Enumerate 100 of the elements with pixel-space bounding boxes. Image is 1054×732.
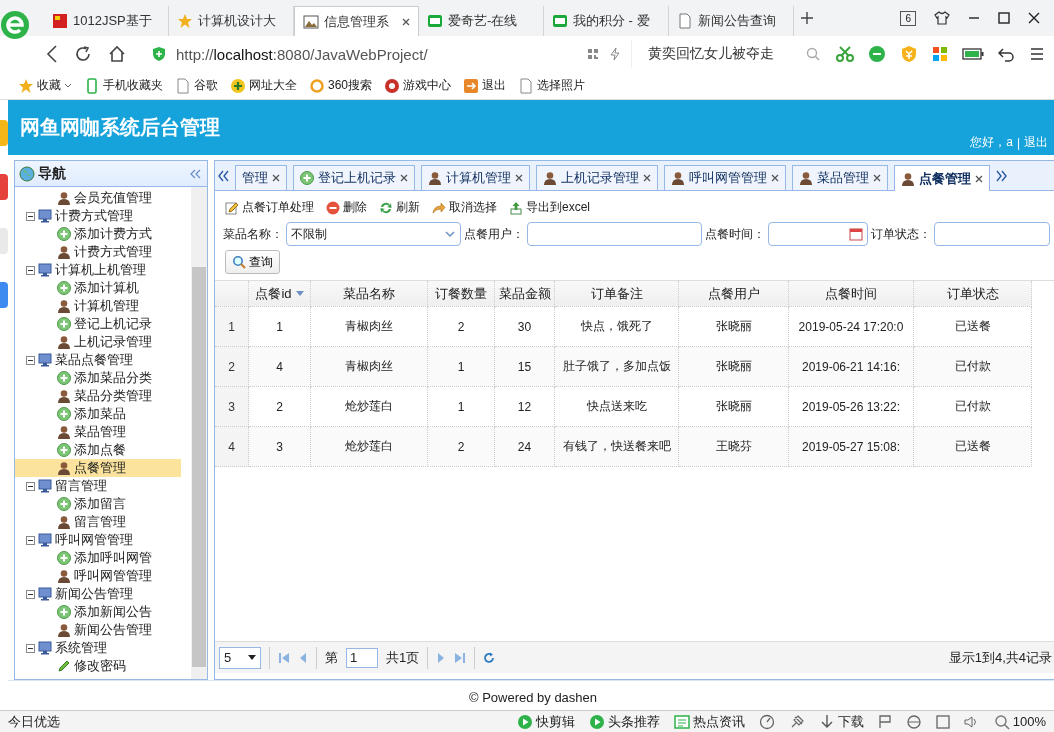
back-icon[interactable] [46,45,58,63]
tree-item[interactable]: 会员充值管理 [15,189,181,207]
column-header[interactable]: 订单状态 [914,281,1032,307]
bookmark[interactable]: 选择照片 [518,77,586,94]
collapse-icon[interactable] [26,211,35,221]
tree-item[interactable]: 上机记录管理 [15,333,181,351]
address-bar[interactable]: http://localhost:8080/JavaWebProject/ [142,40,633,68]
flag-icon[interactable] [877,714,892,729]
status-text[interactable]: 今日优选 [8,712,60,731]
column-header[interactable]: 点餐用户 [679,281,789,307]
shirt-icon[interactable] [934,11,950,25]
tree-item[interactable]: 呼叫网管管理 [15,567,181,585]
tree-folder[interactable]: 菜品点餐管理 [15,351,191,369]
status-item[interactable]: 快剪辑 [516,712,575,731]
tab[interactable]: 点餐管理 [894,165,990,191]
lightning-icon[interactable] [609,47,622,61]
reload-icon[interactable] [74,45,92,63]
browser-tab[interactable]: 信息管理系 [294,6,419,36]
tab[interactable]: 计算机管理 [421,165,530,190]
page-size-select[interactable]: 5 [219,646,261,669]
input-field[interactable] [934,222,1050,246]
toolbar-button[interactable]: 取消选择 [432,199,497,216]
column-header[interactable]: 菜品金额 [495,281,555,307]
tree-item[interactable]: 添加菜品 [15,405,181,423]
tab[interactable]: 管理 [235,165,287,190]
close-icon[interactable] [771,174,779,182]
close-icon[interactable] [1028,12,1040,24]
window-icon[interactable] [935,714,950,729]
bookmark[interactable]: 手机收藏夹 [84,77,163,94]
collapse-icon[interactable] [26,643,35,653]
tab-count[interactable]: 6 [900,10,916,26]
tree-folder[interactable]: 新闻公告管理 [15,585,191,603]
collapse-icon[interactable] [26,481,35,491]
column-header[interactable]: 订单备注 [555,281,679,307]
close-icon[interactable] [400,174,408,182]
tree-item[interactable]: 添加留言 [15,495,181,513]
speed-icon[interactable] [758,713,775,730]
collapse-icon[interactable] [26,535,35,545]
toolbar-button[interactable]: 导出到excel [509,199,590,216]
tree-item[interactable]: 添加计费方式 [15,225,181,243]
collapse-icon[interactable] [26,589,35,599]
status-item[interactable]: 热点资讯 [673,712,745,731]
status-item[interactable]: 头条推荐 [588,712,660,731]
tree-folder[interactable]: 呼叫网管管理 [15,531,191,549]
close-icon[interactable] [272,174,280,182]
dropdown[interactable]: 不限制 [286,222,461,246]
home-icon[interactable] [108,45,126,63]
tree-item[interactable]: 点餐管理 [15,459,181,477]
menu-icon[interactable] [1030,47,1044,61]
tree-item[interactable]: 添加点餐 [15,441,181,459]
tree-item[interactable]: 添加新闻公告 [15,603,181,621]
tree-folder[interactable]: 计算机上机管理 [15,261,191,279]
close-icon[interactable] [515,174,523,182]
tree-folder[interactable]: 留言管理 [15,477,191,495]
tree-item[interactable]: 菜品分类管理 [15,387,181,405]
date-field[interactable] [768,222,868,246]
bookmark[interactable]: 网址大全 [230,77,297,94]
toolbar-button[interactable]: 删除 [326,199,367,216]
sidebar-app-icon[interactable] [0,174,8,200]
close-icon[interactable] [975,174,983,183]
tree-folder[interactable]: 计费方式管理 [15,207,191,225]
refresh-icon[interactable] [483,651,496,664]
column-header[interactable]: 订餐数量 [428,281,495,307]
undo-icon[interactable] [998,46,1016,62]
tree-item[interactable]: 修改密码 [15,657,181,675]
bookmark[interactable]: 收藏 [18,77,72,94]
tree-item[interactable]: 添加呼叫网管 [15,549,181,567]
new-tab-icon[interactable] [800,11,814,25]
bookmark[interactable]: 退出 [463,77,507,94]
maximize-icon[interactable] [998,12,1010,24]
input-field[interactable] [527,222,702,246]
bookmark[interactable]: 游戏中心 [384,77,452,94]
toolbar-button[interactable]: 点餐订单处理 [225,199,314,216]
page-input[interactable]: 1 [346,647,378,668]
scroll-left-icon[interactable] [217,169,229,182]
query-button[interactable]: 查询 [225,250,280,274]
tab[interactable]: 菜品管理 [792,165,888,190]
scrollbar[interactable] [191,187,207,679]
column-header[interactable]: 点餐id [249,281,311,307]
toolbar-button[interactable]: 刷新 [379,199,420,216]
apps-icon[interactable] [932,46,948,62]
scroll-right-icon[interactable] [996,169,1008,182]
tree-item[interactable]: 计算机管理 [15,297,181,315]
bookmark[interactable]: 360搜索 [309,77,373,94]
collapse-icon[interactable] [26,265,35,275]
calendar-icon[interactable] [849,227,863,241]
status-item[interactable]: 下载 [818,712,864,731]
tree-item[interactable]: 计费方式管理 [15,243,181,261]
scissors-icon[interactable] [836,46,854,62]
qr-icon[interactable] [587,48,600,60]
column-header[interactable]: 点餐时间 [789,281,914,307]
tree-item[interactable]: 添加计算机 [15,279,181,297]
tree-item[interactable]: 留言管理 [15,513,181,531]
close-icon[interactable] [873,174,881,182]
tree-folder[interactable]: 系统管理 [15,639,191,657]
tab[interactable]: 呼叫网管管理 [664,165,786,190]
tree-item[interactable]: 登记上机记录 [15,315,181,333]
column-header[interactable]: 菜品名称 [311,281,428,307]
tab[interactable]: 登记上机记录 [293,165,415,190]
bookmark[interactable]: 谷歌 [175,77,218,94]
